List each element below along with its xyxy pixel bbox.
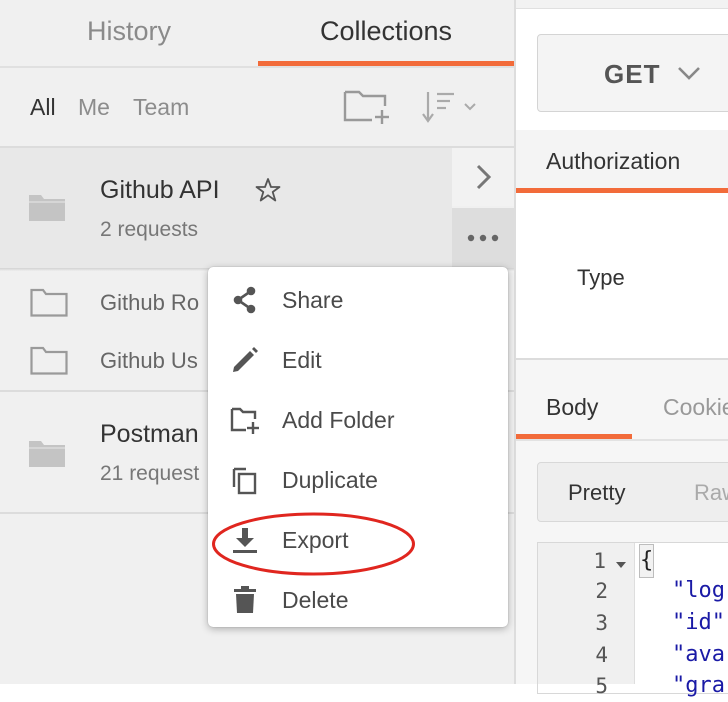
auth-type-label: Type xyxy=(577,265,625,290)
chevron-right-icon xyxy=(476,164,492,190)
collection-item-github-api[interactable] xyxy=(0,148,452,268)
menu-item-edit[interactable]: Edit xyxy=(208,330,508,390)
menu-item-delete[interactable]: Delete xyxy=(208,570,508,630)
code-line: "gra xyxy=(672,673,725,698)
view-pretty-button[interactable]: Pretty xyxy=(568,478,625,508)
menu-item-label: Add Folder xyxy=(282,407,395,433)
active-tab-indicator xyxy=(516,188,728,193)
tab-authorization[interactable]: Authorization xyxy=(546,146,680,176)
line-number: 4 xyxy=(595,643,608,667)
request-count: 21 request xyxy=(100,462,200,485)
code-line: "ava xyxy=(672,642,725,667)
collection-name: Postman xyxy=(100,420,199,448)
folder-name: Github Us xyxy=(100,348,198,373)
line-number: 5 xyxy=(595,674,608,698)
more-actions-button[interactable] xyxy=(452,208,514,268)
line-number: 3 xyxy=(595,611,608,635)
menu-item-label: Delete xyxy=(282,587,349,613)
star-icon[interactable] xyxy=(254,176,282,204)
chevron-down-icon xyxy=(676,62,702,84)
tab-history[interactable]: History xyxy=(0,0,258,62)
fold-arrow-icon[interactable] xyxy=(614,558,628,570)
folder-outline-icon xyxy=(30,287,68,317)
menu-item-label: Duplicate xyxy=(282,467,378,493)
tab-cookies[interactable]: Cookie xyxy=(663,392,728,422)
code-line: "log xyxy=(672,578,725,603)
folder-icon xyxy=(28,438,66,468)
share-icon xyxy=(230,285,260,315)
new-collection-icon[interactable] xyxy=(342,86,394,126)
trash-icon xyxy=(230,585,260,615)
pencil-icon xyxy=(230,345,260,375)
menu-item-duplicate[interactable]: Duplicate xyxy=(208,450,508,510)
sort-icon[interactable] xyxy=(420,88,480,126)
menu-item-add-folder[interactable]: Add Folder xyxy=(208,390,508,450)
ellipsis-icon xyxy=(467,234,499,242)
expand-collection-button[interactable] xyxy=(452,148,514,206)
divider xyxy=(516,439,728,441)
tab-body[interactable]: Body xyxy=(546,392,598,422)
divider xyxy=(0,66,514,68)
menu-item-label: Edit xyxy=(282,347,322,373)
line-number: 1 xyxy=(593,549,606,573)
filter-me[interactable]: Me xyxy=(78,92,110,122)
request-count: 2 requests xyxy=(100,218,199,241)
folder-icon xyxy=(28,192,66,222)
code-line: { xyxy=(638,544,655,578)
tab-strip xyxy=(516,0,728,9)
add-folder-icon xyxy=(230,405,260,435)
filter-team[interactable]: Team xyxy=(133,92,189,122)
filter-all[interactable]: All xyxy=(30,92,56,122)
menu-item-label: Share xyxy=(282,287,344,313)
code-line: "id" xyxy=(672,610,725,635)
method-label: GET xyxy=(604,59,661,89)
export-highlight-ring xyxy=(211,511,416,577)
view-raw-button[interactable]: Raw xyxy=(694,478,728,508)
folder-name: Github Ro xyxy=(100,290,200,315)
duplicate-icon xyxy=(230,465,260,495)
menu-item-share[interactable]: Share xyxy=(208,270,508,330)
line-number: 2 xyxy=(595,579,608,603)
folder-outline-icon xyxy=(30,345,68,375)
tab-collections[interactable]: Collections xyxy=(258,0,514,62)
collection-name: Github API xyxy=(100,176,220,204)
